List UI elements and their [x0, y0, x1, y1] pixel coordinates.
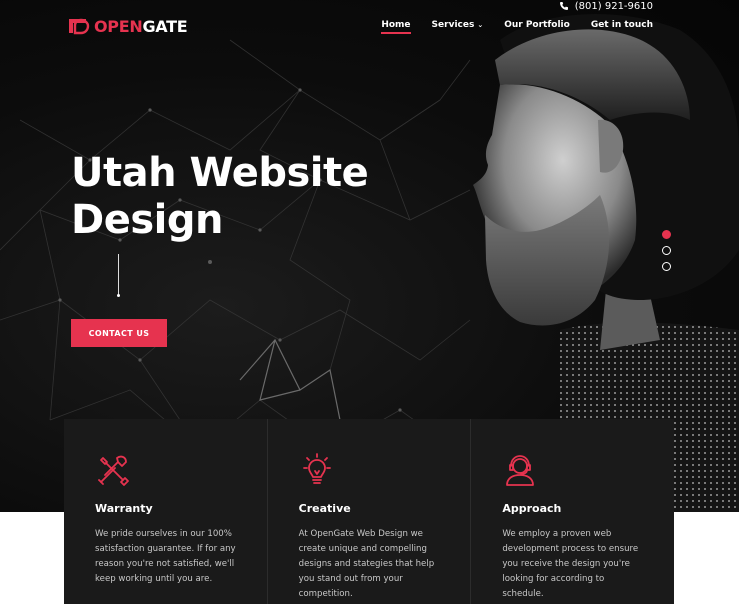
logo[interactable]: OPENGATE	[66, 15, 188, 37]
feature-text: At OpenGate Web Design we create unique …	[298, 529, 435, 599]
slider-dot-1[interactable]	[662, 230, 671, 239]
nav-our-portfolio[interactable]: Our Portfolio	[504, 20, 570, 34]
logo-text: OPENGATE	[94, 16, 188, 36]
hero-title: Utah Website Design	[71, 150, 391, 244]
feature-text: We employ a proven web development proce…	[502, 529, 639, 599]
decorative-divider	[118, 254, 119, 296]
phone-number-text: (801) 921-9610	[574, 0, 653, 12]
contact-us-button[interactable]: CONTACT US	[71, 319, 167, 347]
nav-home[interactable]: Home	[381, 20, 411, 34]
phone-icon	[559, 2, 568, 10]
slider-dot-2[interactable]	[662, 246, 671, 255]
nav-services[interactable]: Services ⌄	[432, 20, 484, 34]
phone-number[interactable]: (801) 921-9610	[559, 0, 653, 12]
hero-title-line2: Design	[71, 197, 223, 243]
feature-approach: Approach We employ a proven web developm…	[470, 419, 674, 604]
hero-title-line1: Utah Website	[71, 150, 369, 196]
lightbulb-icon	[302, 453, 331, 484]
feature-title: Creative	[298, 502, 351, 515]
slider-pagination	[662, 230, 671, 271]
slider-dot-3[interactable]	[662, 262, 671, 271]
logo-mark-icon	[69, 18, 90, 35]
support-agent-icon	[506, 455, 535, 486]
feature-title: Warranty	[95, 502, 153, 515]
chevron-down-icon: ⌄	[477, 21, 484, 29]
nav-get-in-touch[interactable]: Get in touch	[591, 20, 653, 34]
feature-creative: Creative At OpenGate Web Design we creat…	[266, 419, 471, 604]
feature-title: Approach	[502, 502, 562, 515]
tools-icon	[98, 455, 129, 486]
feature-text: We pride ourselves in our 100% satisfact…	[95, 529, 236, 584]
main-nav: Home Services ⌄ Our Portfolio Get in touc…	[381, 20, 653, 34]
feature-warranty: Warranty We pride ourselves in our 100% …	[64, 419, 267, 604]
features-panel: Warranty We pride ourselves in our 100% …	[64, 419, 674, 604]
decorative-divider-dot	[117, 294, 120, 297]
